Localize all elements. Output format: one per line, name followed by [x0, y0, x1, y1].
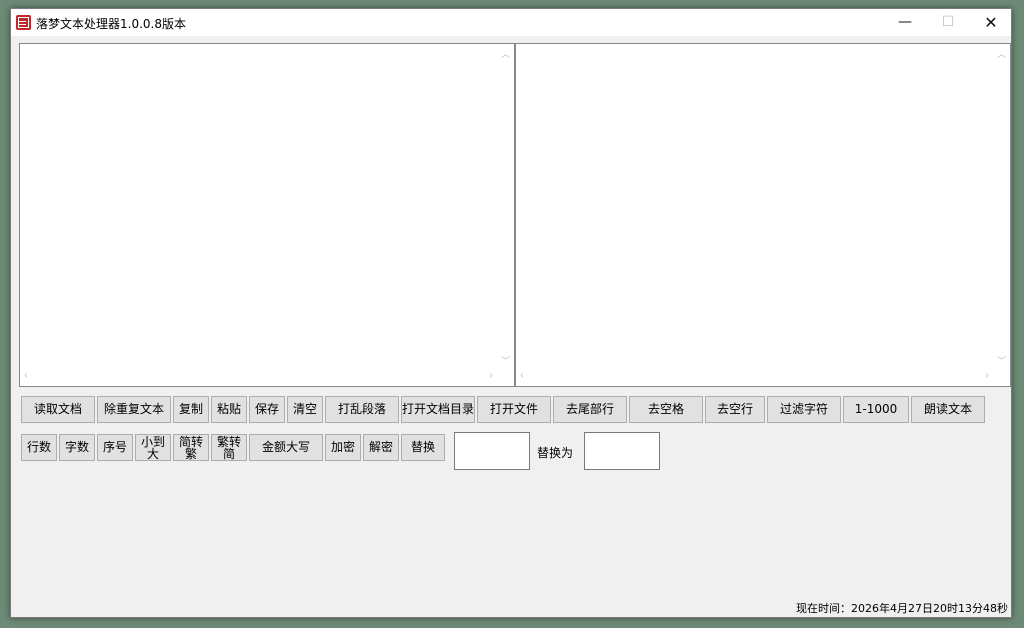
maximize-button[interactable]: ☐: [926, 9, 970, 36]
filter-characters-button[interactable]: 过滤字符: [767, 396, 841, 423]
input-vertical-scrollbar[interactable]: ︿ ﹀: [497, 44, 514, 369]
read-document-button[interactable]: 读取文档: [21, 396, 95, 423]
shuffle-paragraphs-button[interactable]: 打乱段落: [325, 396, 399, 423]
minimize-button[interactable]: —: [883, 9, 927, 36]
open-document-folder-button[interactable]: 打开文档目录: [401, 396, 475, 423]
output-vertical-scrollbar[interactable]: ︿ ﹀: [993, 44, 1010, 369]
output-text-area[interactable]: ︿ ﹀ ‹ ›: [515, 43, 1011, 387]
line-count-button[interactable]: 行数: [21, 434, 57, 461]
char-count-button[interactable]: 字数: [59, 434, 95, 461]
sequence-number-button[interactable]: 序号: [97, 434, 133, 461]
scroll-down-icon[interactable]: ﹀: [501, 354, 510, 367]
remove-spaces-button[interactable]: 去空格: [629, 396, 703, 423]
replace-button[interactable]: 替换: [401, 434, 445, 461]
replace-with-label: 替换为: [537, 446, 574, 460]
close-button[interactable]: ✕: [969, 9, 1013, 36]
remove-tail-lines-button[interactable]: 去尾部行: [553, 396, 627, 423]
simplified-to-traditional-button[interactable]: 简转 繁: [173, 434, 209, 461]
input-text-area[interactable]: ︿ ﹀ ‹ ›: [19, 43, 515, 387]
scroll-right-icon[interactable]: ›: [985, 371, 989, 381]
scroll-right-icon[interactable]: ›: [489, 371, 493, 381]
paste-button[interactable]: 粘贴: [211, 396, 247, 423]
amount-uppercase-button[interactable]: 金额大写: [249, 434, 323, 461]
scroll-up-icon[interactable]: ︿: [997, 47, 1006, 60]
remove-empty-lines-button[interactable]: 去空行: [705, 396, 765, 423]
app-window: 落梦文本处理器1.0.0.8版本 — ☐ ✕ ︿ ﹀ ‹ › ︿ ﹀ ‹ › 读…: [10, 8, 1012, 618]
input-horizontal-scrollbar[interactable]: ‹ ›: [20, 369, 497, 386]
read-aloud-button[interactable]: 朗读文本: [911, 396, 985, 423]
open-file-button[interactable]: 打开文件: [477, 396, 551, 423]
find-text-input[interactable]: [454, 432, 530, 470]
scroll-up-icon[interactable]: ︿: [501, 47, 510, 60]
app-logo-icon: [16, 15, 31, 30]
current-time-status: 现在时间：2026年4月27日20时13分48秒: [796, 602, 1008, 615]
replace-text-input[interactable]: [584, 432, 660, 470]
decrypt-button[interactable]: 解密: [363, 434, 399, 461]
save-button[interactable]: 保存: [249, 396, 285, 423]
window-title: 落梦文本处理器1.0.0.8版本: [36, 17, 186, 31]
encrypt-button[interactable]: 加密: [325, 434, 361, 461]
title-bar[interactable]: 落梦文本处理器1.0.0.8版本 — ☐ ✕: [11, 9, 1011, 36]
output-horizontal-scrollbar[interactable]: ‹ ›: [516, 369, 993, 386]
clear-button[interactable]: 清空: [287, 396, 323, 423]
range-1-1000-button[interactable]: 1-1000: [843, 396, 909, 423]
traditional-to-simplified-button[interactable]: 繁转 简: [211, 434, 247, 461]
copy-button[interactable]: 复制: [173, 396, 209, 423]
scroll-down-icon[interactable]: ﹀: [997, 354, 1006, 367]
remove-duplicate-button[interactable]: 除重复文本: [97, 396, 171, 423]
scroll-left-icon[interactable]: ‹: [520, 371, 524, 381]
sort-ascending-button[interactable]: 小到 大: [135, 434, 171, 461]
scroll-left-icon[interactable]: ‹: [24, 371, 28, 381]
